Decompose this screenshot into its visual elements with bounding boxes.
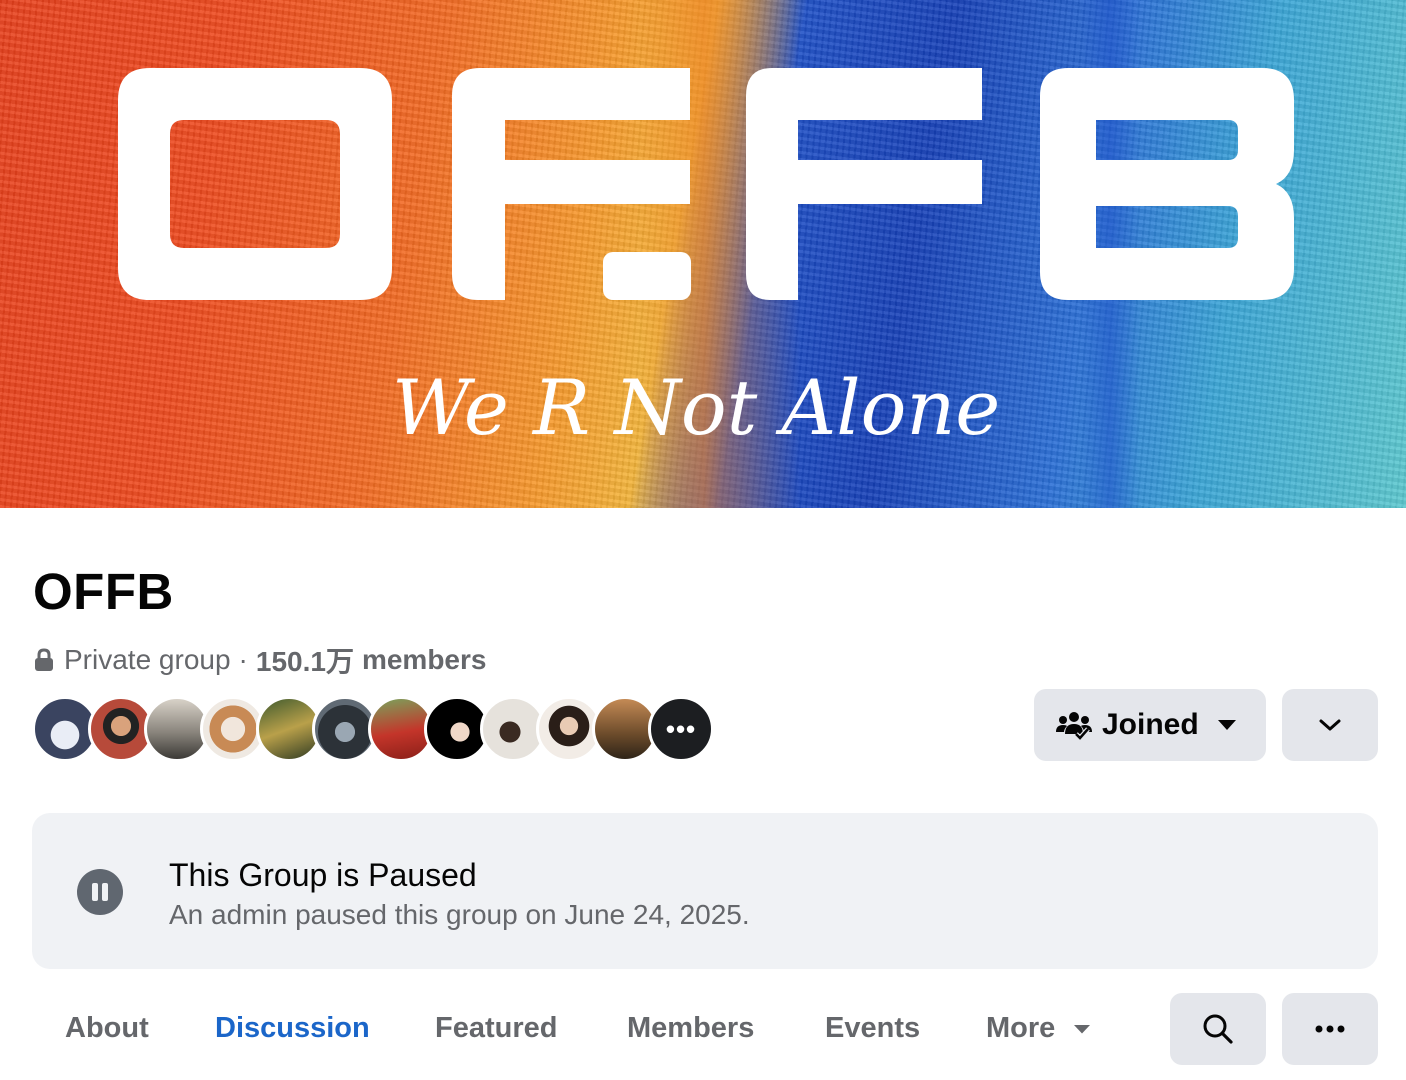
cover-logo-art: We R Not Alone [118, 68, 1294, 452]
more-members-avatar[interactable]: ••• [648, 696, 714, 762]
tab-featured[interactable]: Featured [435, 1012, 557, 1045]
member-count[interactable]: 150.1万 [256, 640, 354, 680]
tab-more[interactable]: More [986, 1012, 1091, 1045]
tab-events[interactable]: Events [825, 1012, 920, 1045]
search-icon [1203, 1014, 1233, 1044]
tab-more-label: More [986, 1012, 1056, 1044]
paused-banner: This Group is Paused An admin paused thi… [32, 813, 1378, 969]
pause-icon [77, 869, 123, 915]
paused-title: This Group is Paused [169, 857, 477, 893]
cover-photo[interactable]: We R Not Alone [0, 0, 1406, 508]
tab-members[interactable]: Members [627, 1012, 754, 1045]
search-button[interactable] [1170, 993, 1266, 1065]
lock-icon [35, 648, 53, 671]
joined-button[interactable]: Joined [1034, 689, 1266, 761]
caret-down-icon [1217, 720, 1236, 730]
meta-separator: · [238, 644, 248, 675]
member-avatars: ••• [32, 696, 714, 762]
group-name: OFFB [33, 563, 174, 620]
member-label[interactable]: members [362, 644, 487, 676]
chevron-down-icon [1319, 719, 1341, 731]
expand-button[interactable] [1282, 689, 1378, 761]
group-tabs: About Discussion Featured Members Events… [0, 992, 1406, 1080]
svg-text:We R Not Alone: We R Not Alone [392, 363, 1000, 452]
ellipsis-icon [1315, 1025, 1345, 1033]
caret-down-icon [1074, 1024, 1091, 1033]
tab-discussion[interactable]: Discussion [215, 1012, 370, 1045]
tab-about[interactable]: About [65, 1012, 149, 1045]
group-meta: Private group · 150.1万 members [34, 642, 486, 678]
joined-label: Joined [1102, 708, 1199, 741]
more-options-button[interactable] [1282, 993, 1378, 1065]
paused-subtitle: An admin paused this group on June 24, 2… [169, 899, 750, 930]
group-joined-icon [1056, 712, 1092, 740]
privacy-label[interactable]: Private group [64, 644, 231, 676]
